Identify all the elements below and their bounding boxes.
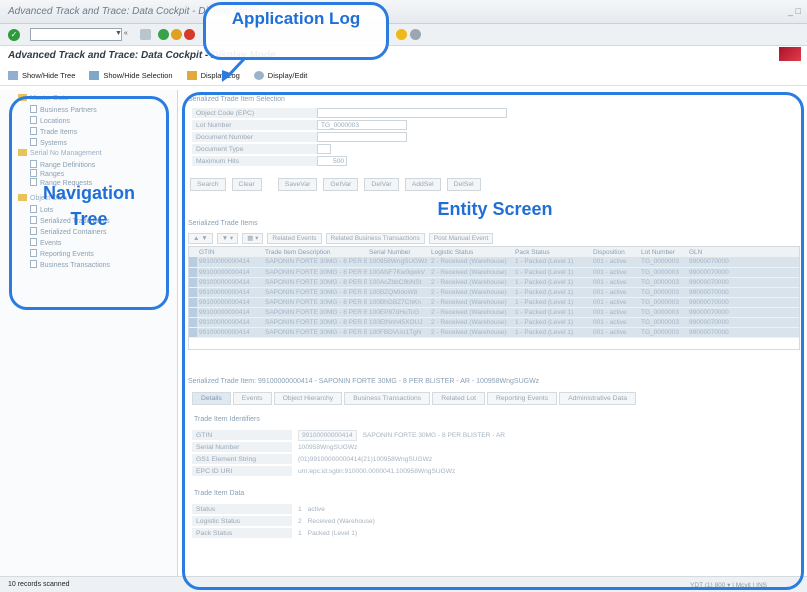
entity-screen-callout-label: Entity Screen <box>437 199 553 219</box>
entity-screen-callout <box>182 92 804 590</box>
navigation-tree-callout-label: Navigation Tree <box>42 183 135 229</box>
